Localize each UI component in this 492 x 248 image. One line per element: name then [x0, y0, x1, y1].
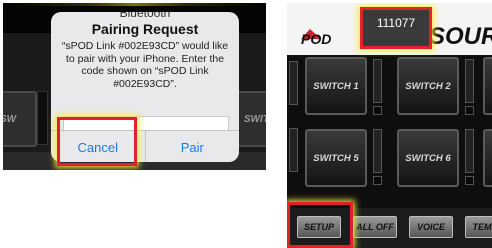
switch-indicator	[373, 176, 382, 185]
switch-2-button[interactable]: SWITCH 2	[397, 57, 459, 115]
spod-app-screenshot: POD SOURC 111077 SWITCH 1 SWITCH 2 SWITC…	[287, 3, 492, 248]
setup-highlight-box	[287, 202, 353, 248]
switch-indicator	[465, 176, 474, 185]
counter-readout: 111077	[360, 7, 432, 49]
switch-slider-slot	[373, 59, 382, 103]
glow-edge	[3, 3, 266, 6]
alert-header: Bluetooth	[119, 12, 171, 20]
switch-slider-slot	[465, 129, 474, 173]
source-logo-text: SOURC	[429, 23, 492, 50]
cancel-highlight-box	[57, 117, 137, 166]
switch-slider-slot	[289, 61, 298, 105]
switch-6-button[interactable]: SWITCH 6	[397, 129, 459, 187]
switch-indicator	[373, 106, 382, 115]
pair-button[interactable]: Pair	[144, 131, 240, 162]
voice-button[interactable]: VOICE	[409, 216, 453, 238]
pairing-screenshot: SW SWITC Bluetooth Pairing Request “sPOD…	[3, 3, 266, 170]
switch-indicator	[465, 106, 474, 115]
brand-logo: POD	[301, 31, 332, 47]
alert-message: “sPOD Link #002E93CD” would like to pair…	[61, 40, 229, 90]
alert-title: Pairing Request	[91, 21, 199, 37]
background-switch-left: SW	[3, 91, 37, 147]
switch-slider-slot	[289, 128, 298, 172]
switch-partial-button[interactable]	[483, 129, 492, 187]
background-slot	[37, 91, 48, 145]
temp-button[interactable]: TEMP	[465, 216, 492, 238]
switch-1-button[interactable]: SWITCH 1	[305, 57, 367, 115]
all-off-button[interactable]: ALL OFF	[353, 216, 397, 238]
switch-slider-slot	[373, 129, 382, 173]
switch-5-button[interactable]: SWITCH 5	[305, 129, 367, 187]
switch-partial-button[interactable]	[483, 57, 492, 115]
switch-slider-slot	[465, 59, 474, 103]
